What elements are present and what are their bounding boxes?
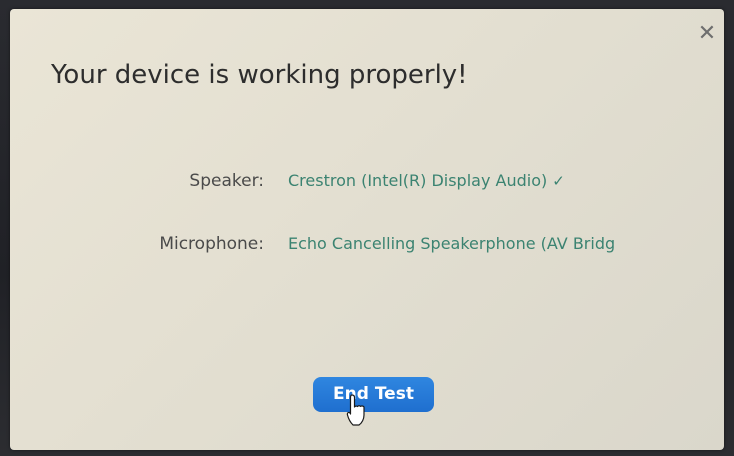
speaker-label: Speaker: (189, 171, 264, 191)
microphone-label: Microphone: (159, 234, 264, 254)
hand-pointer-cursor-icon (346, 394, 365, 426)
speaker-row: Speaker: Crestron (Intel(R) Display Audi… (10, 171, 724, 199)
dialog-title: Your device is working properly! (51, 60, 468, 90)
audio-test-dialog: ✕ Your device is working properly! Speak… (10, 9, 724, 450)
speaker-device-name: Crestron (Intel(R) Display Audio) (288, 171, 548, 190)
close-icon[interactable]: ✕ (696, 23, 718, 45)
end-test-button[interactable]: End Test (313, 377, 434, 412)
microphone-row: Microphone: Echo Cancelling Speakerphone… (10, 234, 724, 262)
speaker-device: Crestron (Intel(R) Display Audio) ✓ (288, 171, 648, 190)
check-icon: ✓ (552, 172, 565, 190)
microphone-device: Echo Cancelling Speakerphone (AV Bridg (288, 234, 616, 253)
